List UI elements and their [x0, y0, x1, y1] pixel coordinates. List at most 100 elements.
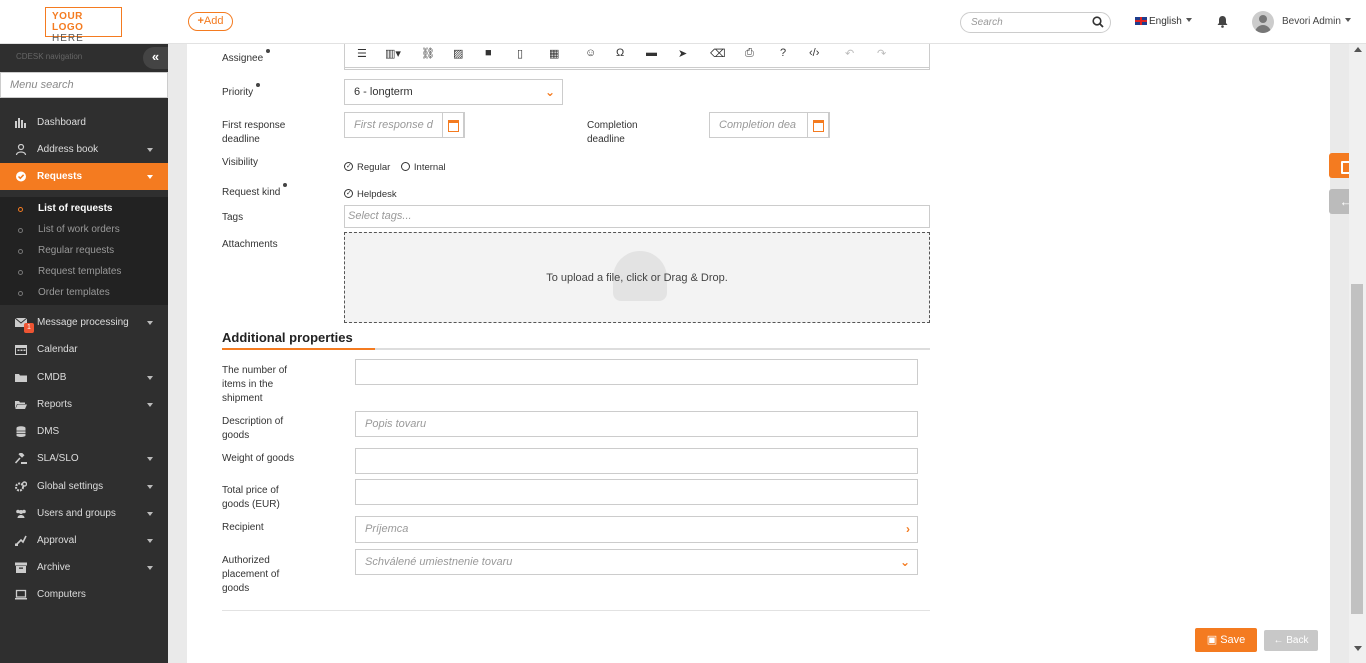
total-price-label: Total price of goods (EUR)	[222, 485, 280, 510]
total-price-input[interactable]	[355, 479, 918, 505]
video-icon[interactable]: ■	[485, 47, 492, 59]
search-icon[interactable]	[1092, 16, 1104, 35]
visibility-internal-radio[interactable]: Internal	[400, 162, 446, 173]
sidebar-item-global-settings[interactable]: Global settings	[0, 473, 168, 500]
required-indicator	[283, 183, 288, 187]
bell-icon[interactable]	[1217, 15, 1228, 31]
sidebar-item-approval[interactable]: Approval	[0, 527, 168, 554]
scrollbar[interactable]	[1349, 44, 1366, 663]
description-input[interactable]: Popis tovaru	[355, 411, 918, 437]
first-response-date-input[interactable]: First response d	[344, 112, 465, 138]
thumbs-icon	[15, 535, 27, 546]
menu-search-input[interactable]: Menu search	[0, 72, 168, 98]
avatar[interactable]	[1252, 11, 1274, 33]
sub-item-list-of-requests[interactable]: List of requests	[18, 203, 112, 214]
file-dropzone[interactable]: To upload a file, click or Drag & Drop.	[344, 232, 930, 323]
bullet-icon	[18, 207, 23, 212]
uk-flag-icon	[1135, 17, 1147, 25]
file-icon[interactable]: ▯	[517, 47, 523, 60]
sub-item-label: Regular requests	[38, 245, 115, 256]
print-icon[interactable]: ⎙	[745, 47, 754, 60]
chevron-down-icon	[147, 485, 153, 489]
table-icon[interactable]: ▦	[549, 47, 559, 60]
sidebar-item-requests[interactable]: Requests	[0, 163, 168, 190]
recipient-input[interactable]: Príjemca ›	[355, 516, 918, 543]
sidebar-item-reports[interactable]: Reports	[0, 391, 168, 418]
save-icon: ▣	[1206, 634, 1221, 646]
chevron-down-icon	[1185, 18, 1192, 22]
visibility-label: Visibility	[222, 157, 258, 168]
request-kind-label: Request kind	[222, 183, 288, 200]
undo-icon[interactable]: ↶	[845, 47, 854, 60]
chevron-right-icon[interactable]: ›	[906, 517, 910, 541]
redo-icon[interactable]: ↷	[877, 47, 886, 60]
notification-badge: 1	[24, 323, 34, 333]
chevron-down-icon	[147, 457, 153, 461]
radio-checked-icon	[344, 160, 353, 174]
special-char-icon[interactable]: Ω	[616, 47, 624, 59]
calendar-icon[interactable]	[442, 112, 464, 138]
language-selector[interactable]: English	[1135, 16, 1192, 27]
horizontal-line-icon[interactable]: ▬	[646, 47, 657, 59]
sidebar-item-archive[interactable]: Archive	[0, 554, 168, 581]
radio-unchecked-icon	[400, 162, 410, 171]
items-count-input[interactable]	[355, 359, 918, 385]
description-placeholder: Popis tovaru	[365, 418, 427, 430]
list-icon[interactable]: ☰	[357, 47, 367, 60]
sub-item-list-of-work-orders[interactable]: List of work orders	[18, 224, 120, 235]
sidebar-item-cmdb[interactable]: CMDB	[0, 364, 168, 391]
sub-item-order-templates[interactable]: Order templates	[18, 287, 110, 298]
calendar-icon[interactable]	[807, 112, 829, 138]
cursor-icon[interactable]: ➤	[678, 47, 687, 60]
sidebar-item-dms[interactable]: DMS	[0, 418, 168, 445]
tags-input[interactable]: Select tags...	[344, 205, 930, 228]
sidebar-item-sla-slo[interactable]: SLA/SLO	[0, 445, 168, 472]
visibility-regular-radio[interactable]: Regular	[344, 160, 390, 174]
help-icon[interactable]: ?	[780, 47, 786, 59]
tags-placeholder: Select tags...	[348, 210, 412, 222]
request-kind-helpdesk-radio[interactable]: Helpdesk	[344, 187, 397, 202]
scroll-thumb[interactable]	[1351, 284, 1363, 614]
priority-select[interactable]: 6 - longterm ⌄	[344, 79, 563, 105]
scroll-up-arrow[interactable]	[1354, 47, 1362, 52]
attachments-label: Attachments	[222, 239, 278, 250]
align-icon[interactable]: ▥▾	[385, 47, 401, 60]
sidebar-item-computers[interactable]: Computers	[0, 581, 168, 608]
placement-select[interactable]: Schválené umiestnenie tovaru ⌄	[355, 549, 918, 575]
collapse-sidebar-button[interactable]: «	[143, 47, 168, 69]
bullet-icon	[18, 270, 23, 275]
image-icon[interactable]: ▨	[453, 47, 463, 60]
sidebar-item-label: Requests	[37, 171, 83, 182]
sidebar-item-message-processing[interactable]: 1 Message processing	[0, 309, 168, 336]
user-icon	[15, 144, 27, 155]
completion-label: Completion deadline	[587, 120, 638, 145]
weight-input[interactable]	[355, 448, 918, 474]
gears-icon	[15, 481, 27, 492]
search-input[interactable]: Search	[960, 12, 1111, 33]
sub-item-request-templates[interactable]: Request templates	[18, 266, 121, 277]
save-button[interactable]: ▣ Save	[1195, 628, 1257, 652]
logo[interactable]: YOUR LOGO HERE	[45, 7, 122, 44]
sidebar-item-calendar[interactable]: Calendar	[0, 336, 168, 363]
chevron-down-icon	[147, 148, 153, 152]
sidebar-item-label: Dashboard	[37, 117, 86, 128]
sub-item-regular-requests[interactable]: Regular requests	[18, 245, 115, 256]
required-indicator	[266, 49, 271, 53]
eraser-icon[interactable]: ⌫	[710, 47, 726, 60]
back-label: Back	[1286, 635, 1309, 646]
chevron-down-icon	[147, 175, 153, 179]
add-button[interactable]: +Add	[188, 12, 233, 31]
completion-date-input[interactable]: Completion dea	[709, 112, 830, 138]
link-icon[interactable]: ⛓	[421, 47, 435, 60]
sidebar-item-dashboard[interactable]: Dashboard	[0, 109, 168, 136]
code-icon[interactable]: ‹/›	[809, 47, 819, 59]
sidebar-item-address-book[interactable]: Address book	[0, 136, 168, 163]
emoji-icon[interactable]: ☺	[585, 47, 596, 59]
scroll-down-arrow[interactable]	[1354, 646, 1362, 651]
sidebar-item-users-and-groups[interactable]: Users and groups	[0, 500, 168, 527]
user-menu[interactable]: Bevori Admin	[1282, 16, 1351, 27]
completion-placeholder: Completion dea	[719, 119, 797, 131]
sidebar-item-label: Archive	[37, 562, 71, 573]
logo-line1: YOUR LOGO	[52, 11, 84, 33]
back-button[interactable]: ← Back	[1264, 630, 1318, 651]
